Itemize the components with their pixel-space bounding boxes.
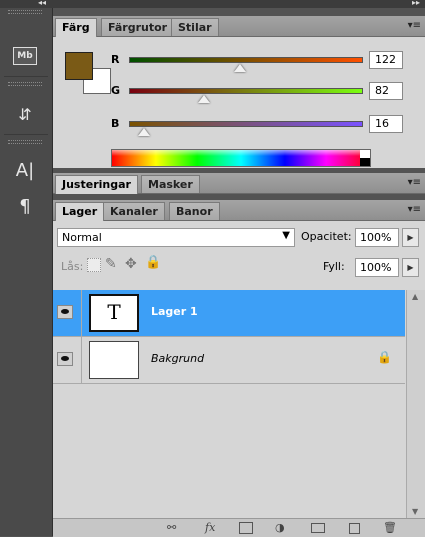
panel-menu-icon[interactable]: ▾≡ [408, 204, 421, 215]
value-field-b[interactable]: 16 [369, 115, 403, 133]
lock-transparency-icon[interactable] [87, 258, 101, 272]
panels-column: Färg Färgrutor Stilar ▾≡ R 122 G 82 B 16… [53, 8, 425, 537]
opacity-label: Opacitet: [301, 230, 352, 243]
trash-icon[interactable]: 🗑 [383, 521, 397, 534]
adjustments-panel: Justeringar Masker ▾≡ [53, 173, 425, 195]
layers-panel: Lager Kanaler Banor ▾≡ Normal ▼ Opacitet… [53, 200, 425, 537]
opacity-field[interactable]: 100% [355, 228, 399, 247]
fill-arrow-icon[interactable]: ▶ [402, 258, 419, 277]
spectrum-highlight [112, 150, 370, 156]
lock-icon: 🔒 [377, 350, 392, 364]
lock-label: Lås: [61, 260, 84, 273]
fx-icon[interactable]: fx [205, 521, 215, 534]
opacity-arrow-icon[interactable]: ▶ [402, 228, 419, 247]
history-icon[interactable]: ⇵ [10, 100, 40, 128]
fill-label: Fyll: [323, 260, 345, 273]
tab-banor[interactable]: Banor [169, 202, 220, 220]
mask-icon[interactable] [239, 522, 253, 534]
slider-thumb-r[interactable] [233, 64, 246, 72]
slider-track-b[interactable] [129, 121, 363, 127]
row-divider [81, 290, 82, 336]
adjustment-icon[interactable]: ◑ [275, 521, 285, 534]
character-icon[interactable]: A| [10, 156, 40, 184]
top-strip: ◂◂ ▸▸ [0, 0, 425, 8]
layer-list: T Lager 1 Bakgrund 🔒 [53, 290, 405, 518]
text-layer-thumbnail[interactable]: T [89, 294, 139, 332]
dock-grip[interactable] [8, 140, 42, 144]
value-field-g[interactable]: 82 [369, 82, 403, 100]
blend-mode-value: Normal [62, 231, 102, 244]
mini-bridge-label: Mb [13, 47, 37, 65]
dock-separator [4, 134, 48, 135]
adjustments-tabbar: Justeringar Masker ▾≡ [53, 173, 425, 194]
slider-thumb-b[interactable] [137, 128, 150, 136]
new-layer-icon[interactable] [349, 523, 360, 534]
paragraph-icon[interactable]: ¶ [10, 192, 40, 220]
color-tabbar: Färg Färgrutor Stilar ▾≡ [53, 16, 425, 37]
visibility-eye-icon[interactable] [57, 305, 73, 319]
tab-fargrutor[interactable]: Färgrutor [101, 18, 175, 36]
foreground-color-swatch[interactable] [65, 52, 93, 80]
lock-all-icon[interactable]: 🔒 [145, 255, 161, 270]
tab-justeringar[interactable]: Justeringar [55, 175, 138, 194]
visibility-eye-icon[interactable] [57, 352, 73, 366]
slider-label-g: G [111, 84, 121, 97]
chevron-down-icon: ▼ [282, 230, 290, 241]
layer-row[interactable]: Bakgrund 🔒 [53, 337, 405, 384]
collapse-left-icon[interactable]: ◂◂ [38, 0, 46, 8]
spectrum-white-chip[interactable] [360, 150, 370, 158]
fill-field[interactable]: 100% [355, 258, 399, 277]
dock-separator [4, 76, 48, 77]
panel-menu-icon[interactable]: ▾≡ [408, 177, 421, 188]
layer-row[interactable]: T Lager 1 [53, 290, 405, 337]
slider-thumb-g[interactable] [197, 95, 210, 103]
slider-label-b: B [111, 117, 120, 130]
slider-track-g[interactable] [129, 88, 363, 94]
layers-bottom-bar: ⚯ fx ◑ 🗑 [53, 518, 425, 537]
group-icon[interactable] [311, 523, 325, 533]
tab-stilar[interactable]: Stilar [171, 18, 219, 36]
lock-position-icon[interactable]: ✥ [125, 256, 137, 272]
layer-scrollbar[interactable]: ▲ ▼ [406, 290, 425, 518]
background-layer-thumbnail[interactable] [89, 341, 139, 379]
panel-menu-icon[interactable]: ▾≡ [408, 20, 421, 31]
value-field-r[interactable]: 122 [369, 51, 403, 69]
scroll-down-icon[interactable]: ▼ [412, 507, 418, 516]
layer-name[interactable]: Lager 1 [151, 305, 198, 318]
collapse-right-icon[interactable]: ▸▸ [412, 0, 420, 8]
tab-lager[interactable]: Lager [55, 202, 105, 221]
tab-masker[interactable]: Masker [141, 175, 200, 193]
mini-bridge-icon[interactable]: Mb [10, 42, 40, 70]
color-panel: Färg Färgrutor Stilar ▾≡ R 122 G 82 B 16 [53, 16, 425, 168]
layers-tabbar: Lager Kanaler Banor ▾≡ [53, 200, 425, 221]
icon-dock: Mb ⇵ A| ¶ [0, 8, 53, 536]
lock-pixels-icon[interactable]: ✎ [105, 256, 117, 272]
slider-label-r: R [111, 53, 120, 66]
blend-mode-select[interactable]: Normal ▼ [57, 228, 295, 247]
dock-grip[interactable] [8, 82, 42, 86]
tab-farg[interactable]: Färg [55, 18, 97, 37]
layer-name[interactable]: Bakgrund [151, 352, 204, 365]
scroll-up-icon[interactable]: ▲ [412, 292, 418, 301]
row-divider [81, 337, 82, 383]
link-icon[interactable]: ⚯ [167, 521, 176, 534]
color-spectrum-bar[interactable] [111, 149, 371, 167]
spectrum-black-chip[interactable] [360, 158, 370, 166]
dock-grip[interactable] [8, 10, 42, 14]
slider-track-r[interactable] [129, 57, 363, 63]
tab-kanaler[interactable]: Kanaler [103, 202, 165, 220]
